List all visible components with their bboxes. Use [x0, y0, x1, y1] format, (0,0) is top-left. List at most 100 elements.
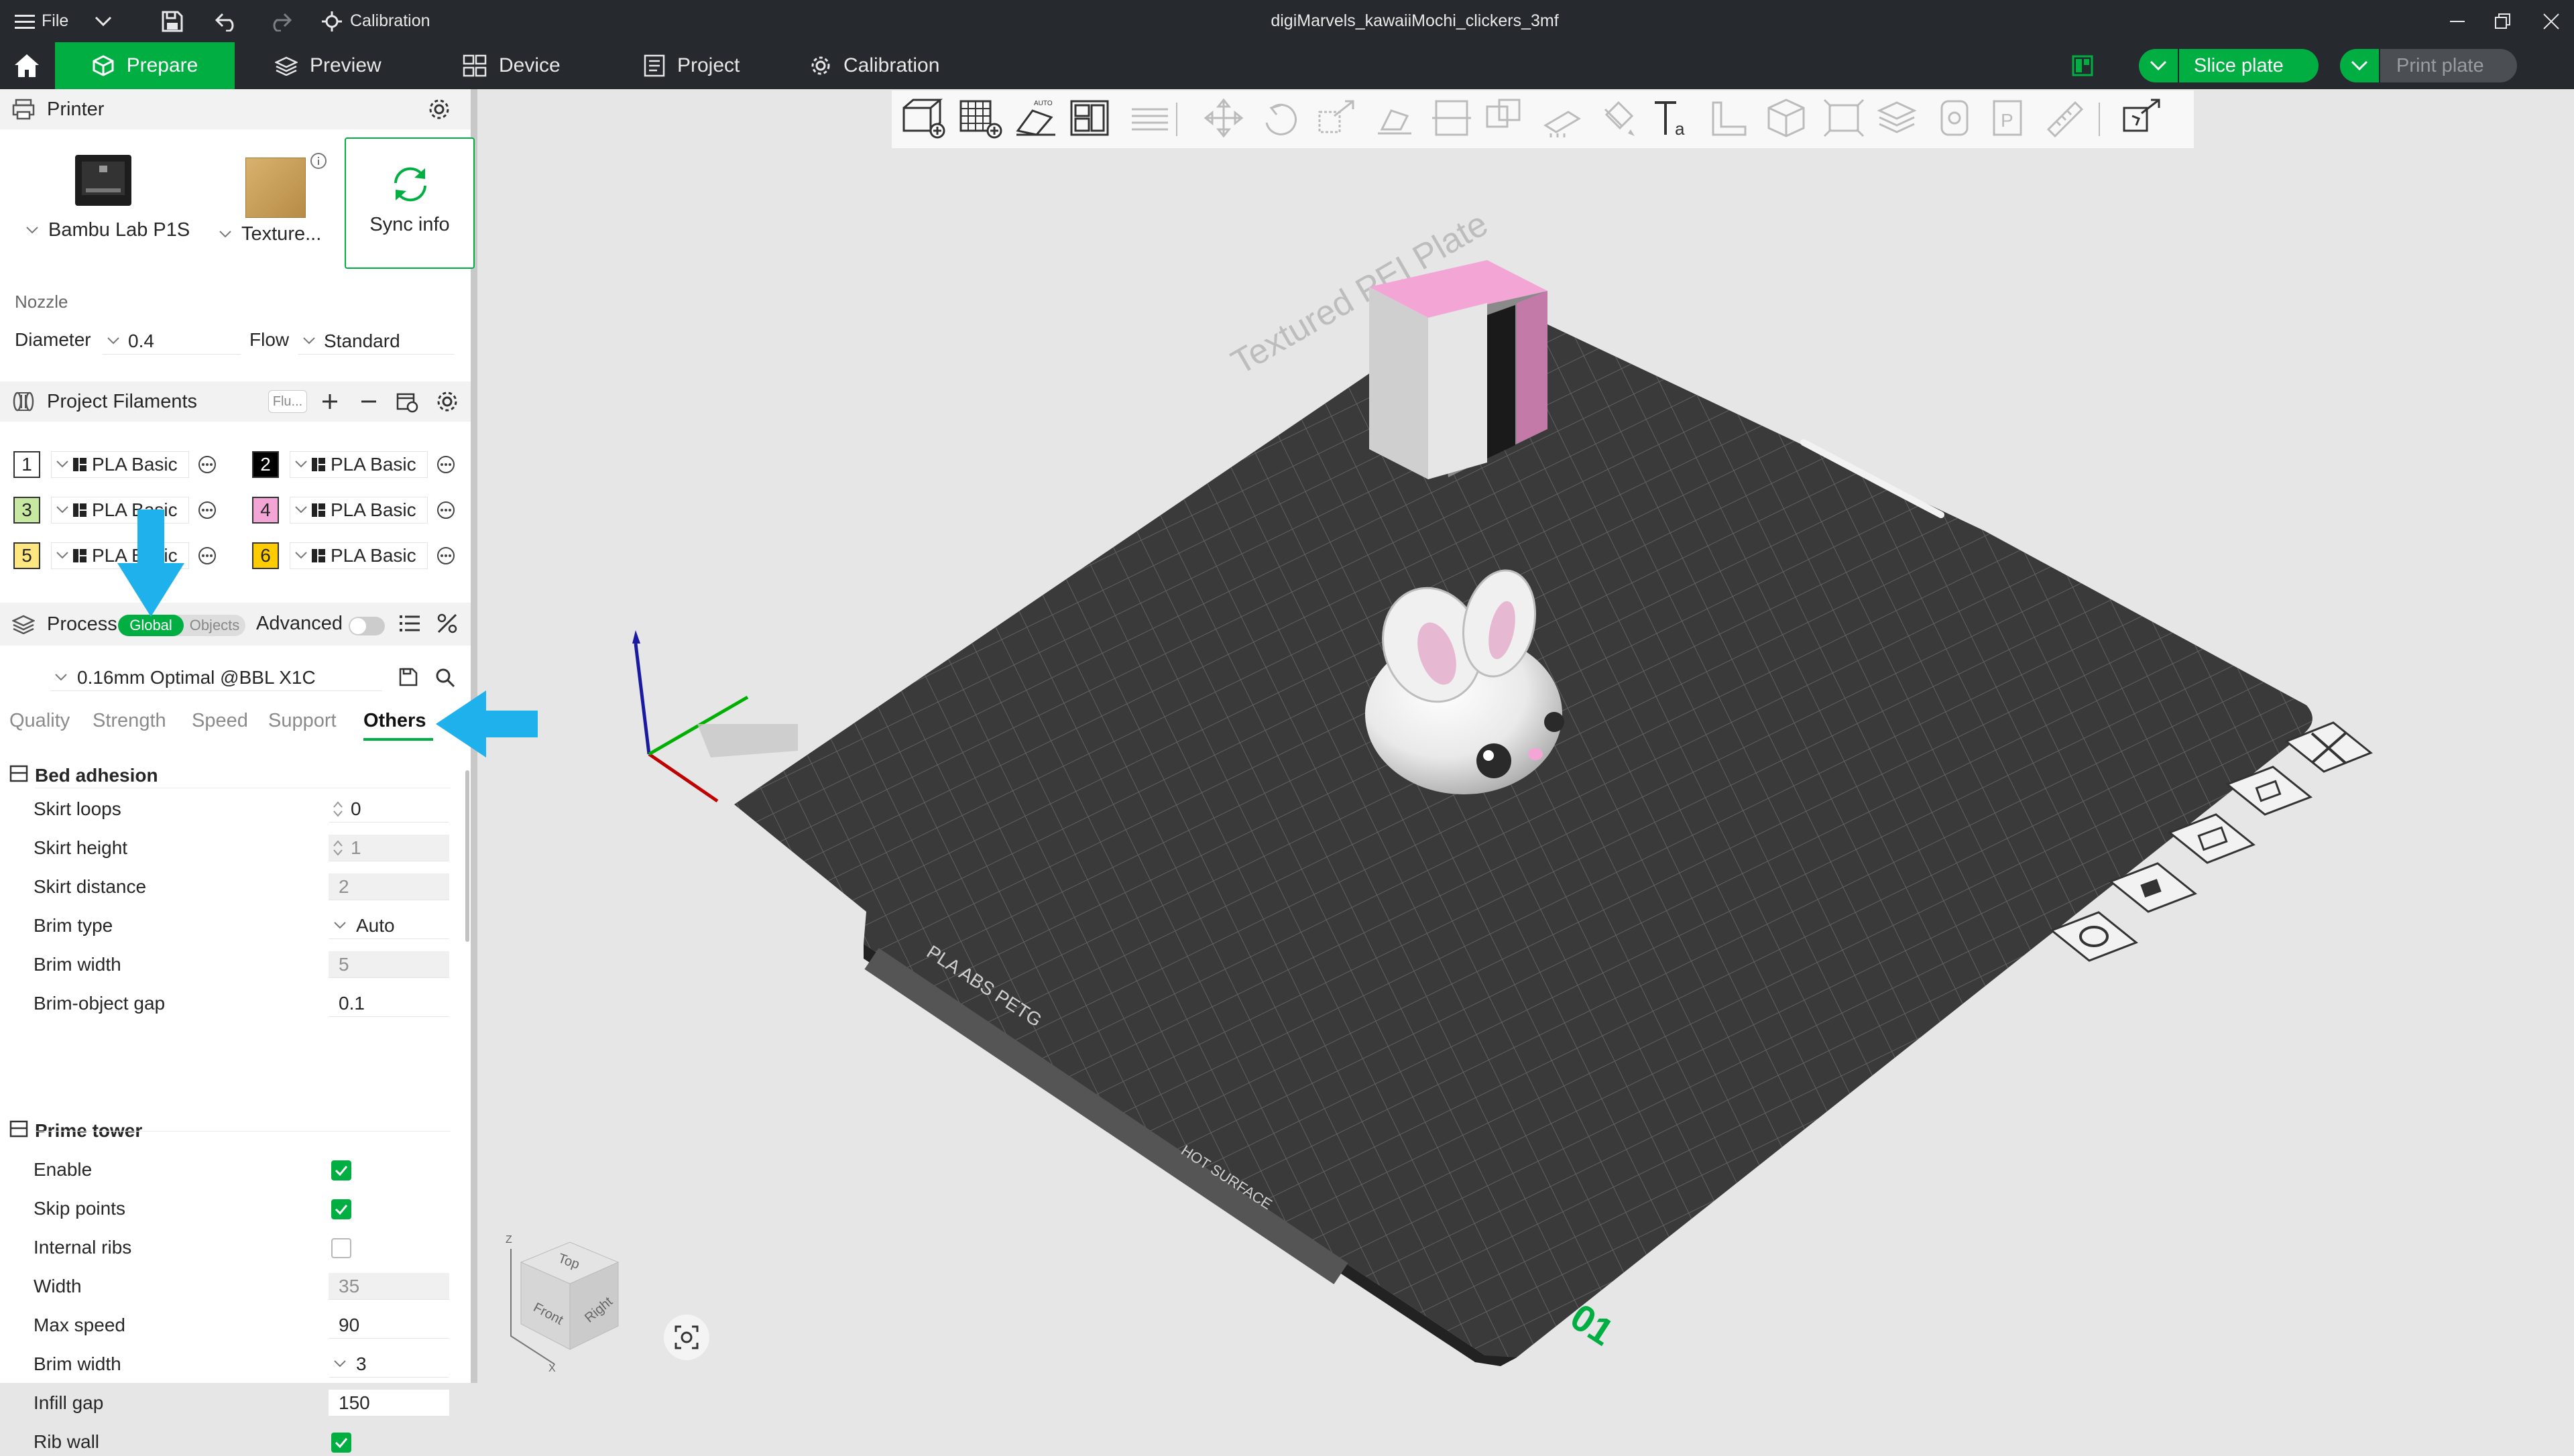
auto-orient-button[interactable]: AUTO — [1012, 96, 1059, 143]
filament-number-badge[interactable]: 1 — [13, 451, 40, 478]
filament-number-badge[interactable]: 4 — [252, 497, 279, 524]
filament-number-badge[interactable]: 2 — [252, 451, 279, 478]
setting-checkbox[interactable] — [331, 1238, 351, 1258]
setting-checkbox[interactable] — [331, 1433, 351, 1453]
save-preset-icon[interactable] — [398, 667, 418, 687]
save-button[interactable] — [161, 0, 184, 42]
print-dropdown[interactable] — [2340, 49, 2380, 82]
filament-select[interactable]: PLA Basic — [51, 451, 189, 478]
info-icon[interactable] — [310, 152, 327, 170]
lay-on-face-button[interactable] — [1371, 96, 1418, 143]
explode-view-button[interactable] — [2119, 96, 2166, 143]
process-preset-select[interactable]: 0.16mm Optimal @BBL X1C — [50, 664, 382, 691]
undo-button[interactable] — [215, 0, 239, 42]
flow-select[interactable]: Standard — [298, 328, 455, 355]
tab-speed[interactable]: Speed — [192, 710, 248, 732]
print-sequence-button[interactable]: P — [1985, 96, 2032, 143]
file-menu-dropdown[interactable] — [94, 0, 113, 42]
filament-options-button[interactable] — [436, 454, 456, 478]
setting-input[interactable]: 150 — [329, 1390, 449, 1416]
view-cube[interactable]: Top Front Right Z X — [491, 1222, 658, 1376]
filament-number-badge[interactable]: 3 — [13, 497, 40, 524]
arrange-button[interactable] — [1066, 96, 1113, 143]
more-options-icon[interactable] — [197, 500, 217, 520]
more-options-icon[interactable] — [436, 546, 456, 566]
setting-input[interactable]: 0 — [329, 796, 449, 823]
setting-input[interactable]: 90 — [329, 1312, 449, 1339]
more-options-icon[interactable] — [436, 454, 456, 475]
minimize-button[interactable] — [2447, 0, 2467, 42]
boolean-button[interactable] — [1482, 96, 1529, 143]
filament-options-button[interactable] — [436, 500, 456, 524]
more-options-icon[interactable] — [436, 500, 456, 520]
file-menu[interactable]: File — [15, 0, 68, 42]
tab-strength[interactable]: Strength — [93, 710, 166, 732]
tab-quality[interactable]: Quality — [9, 710, 70, 732]
home-button[interactable] — [0, 42, 54, 89]
list-icon[interactable] — [398, 613, 421, 633]
add-object-button[interactable] — [898, 96, 945, 143]
measure-button[interactable] — [1706, 96, 1753, 143]
assembly-button[interactable] — [1763, 96, 1810, 143]
filament-options-button[interactable] — [197, 500, 217, 524]
tab-prepare[interactable]: Prepare — [55, 42, 235, 89]
tab-calibration[interactable]: Calibration — [810, 42, 939, 89]
filament-number-badge[interactable]: 5 — [13, 542, 40, 569]
compare-icon[interactable] — [436, 612, 459, 635]
filament-sync-icon[interactable] — [396, 390, 418, 413]
fit-bounds-button[interactable] — [1820, 96, 1867, 143]
scene-canvas[interactable]: Textured PEI Plate PLA ABS PETG HOT SURF… — [477, 89, 2574, 1383]
sync-info-button[interactable]: Sync info — [345, 137, 475, 269]
support-paint-button[interactable] — [1539, 96, 1586, 143]
setting-checkbox[interactable] — [331, 1160, 351, 1180]
cut-button[interactable] — [1428, 96, 1475, 143]
text-tool-button[interactable]: a — [1649, 96, 1696, 143]
filament-options-button[interactable] — [436, 546, 456, 569]
filament-options-button[interactable] — [197, 546, 217, 569]
close-button[interactable] — [2541, 0, 2561, 42]
slicing-layers-button[interactable] — [1874, 96, 1921, 143]
print-plate-button[interactable]: Print plate — [2340, 49, 2517, 82]
3d-viewport[interactable]: Textured PEI Plate PLA ABS PETG HOT SURF… — [477, 89, 2574, 1383]
more-options-icon[interactable] — [197, 546, 217, 566]
tab-support[interactable]: Support — [268, 710, 337, 732]
minus-icon[interactable] — [359, 392, 378, 411]
restore-button[interactable] — [2493, 0, 2513, 42]
ruler-button[interactable] — [2042, 96, 2089, 143]
calibration-menu[interactable]: Calibration — [322, 0, 430, 42]
setting-input[interactable]: 1 — [329, 835, 449, 861]
variable-layer-button[interactable] — [1931, 96, 1978, 143]
search-icon[interactable] — [434, 667, 456, 688]
setting-input[interactable]: 35 — [329, 1273, 449, 1300]
diameter-select[interactable]: 0.4 — [102, 328, 241, 355]
layout-toggle-button[interactable] — [2072, 42, 2093, 89]
move-button[interactable] — [1200, 96, 1247, 143]
gear-icon[interactable] — [436, 390, 459, 413]
setting-input[interactable]: 2 — [329, 873, 449, 900]
tab-preview[interactable]: Preview — [275, 42, 382, 89]
split-layers-button[interactable] — [1126, 96, 1173, 143]
setting-checkbox[interactable] — [331, 1199, 351, 1219]
tab-others[interactable]: Others — [363, 710, 426, 732]
seam-paint-button[interactable] — [1596, 96, 1643, 143]
printer-select-card[interactable]: Bambu Lab P1S — [12, 137, 204, 265]
setting-input[interactable]: Auto — [329, 912, 449, 939]
zoom-to-fit-button[interactable] — [664, 1315, 709, 1360]
setting-input[interactable]: 0.1 — [329, 990, 449, 1017]
tab-project[interactable]: Project — [644, 42, 740, 89]
setting-input[interactable]: 3 — [329, 1351, 449, 1378]
add-plate-button[interactable] — [955, 96, 1002, 143]
rotate-button[interactable] — [1257, 96, 1304, 143]
filament-options-button[interactable] — [197, 454, 217, 478]
plus-icon[interactable] — [320, 392, 339, 411]
build-plate[interactable] — [734, 295, 2313, 1366]
advanced-switch[interactable] — [349, 617, 385, 635]
filament-select[interactable]: PLA Basic — [290, 497, 428, 524]
plate-select-card[interactable]: Texture... — [212, 137, 337, 265]
slice-dropdown[interactable] — [2139, 49, 2179, 82]
scale-button[interactable] — [1314, 96, 1361, 143]
filament-select[interactable]: PLA Basic — [290, 451, 428, 478]
setting-input[interactable]: 5 — [329, 951, 449, 978]
gear-icon[interactable] — [428, 98, 451, 121]
slice-plate-button[interactable]: Slice plate — [2139, 49, 2319, 82]
